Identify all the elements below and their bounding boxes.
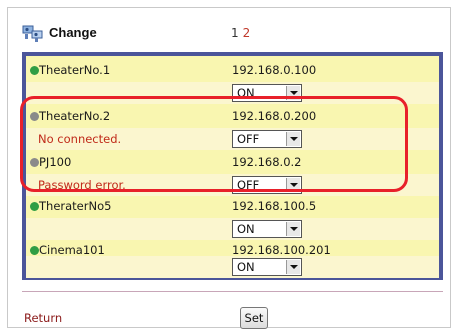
power-select[interactable]: ON — [232, 220, 302, 238]
change-panel: Change 12 TheaterNo.1 192.168.0.100 ON T… — [7, 7, 451, 329]
device-ip: 192.168.100.5 — [232, 199, 317, 213]
header: Change 12 — [8, 8, 450, 52]
device-name: Cinema101 — [39, 243, 105, 257]
status-indicator-icon — [30, 246, 39, 255]
page-2-link[interactable]: 2 — [243, 26, 251, 40]
page-title: Change — [49, 25, 97, 40]
power-select[interactable]: ON — [232, 258, 302, 276]
device-ip: 192.168.0.100 — [232, 63, 317, 77]
status-indicator-icon — [30, 66, 39, 75]
device-name: TheraterNo5 — [39, 199, 112, 213]
chevron-down-icon[interactable] — [286, 222, 300, 236]
device-row: TheraterNo5 192.168.100.5 — [26, 196, 439, 218]
divider — [22, 291, 443, 292]
power-select-value: ON — [237, 222, 255, 236]
devices-icon — [22, 23, 44, 43]
device-row-controls: ON — [26, 218, 439, 240]
device-ip: 192.168.100.201 — [232, 243, 331, 257]
error-highlight-outline — [20, 96, 408, 192]
pagination: 12 — [231, 26, 250, 40]
device-name: TheaterNo.1 — [39, 63, 111, 77]
set-button[interactable]: Set — [240, 307, 268, 329]
power-select-value: ON — [237, 260, 255, 274]
device-row-controls: ON — [26, 256, 439, 278]
chevron-down-icon[interactable] — [286, 260, 300, 274]
device-row: TheaterNo.1 192.168.0.100 — [26, 60, 439, 82]
status-indicator-icon — [30, 202, 39, 211]
return-link[interactable]: Return — [24, 311, 62, 325]
page-1-label: 1 — [231, 26, 239, 40]
